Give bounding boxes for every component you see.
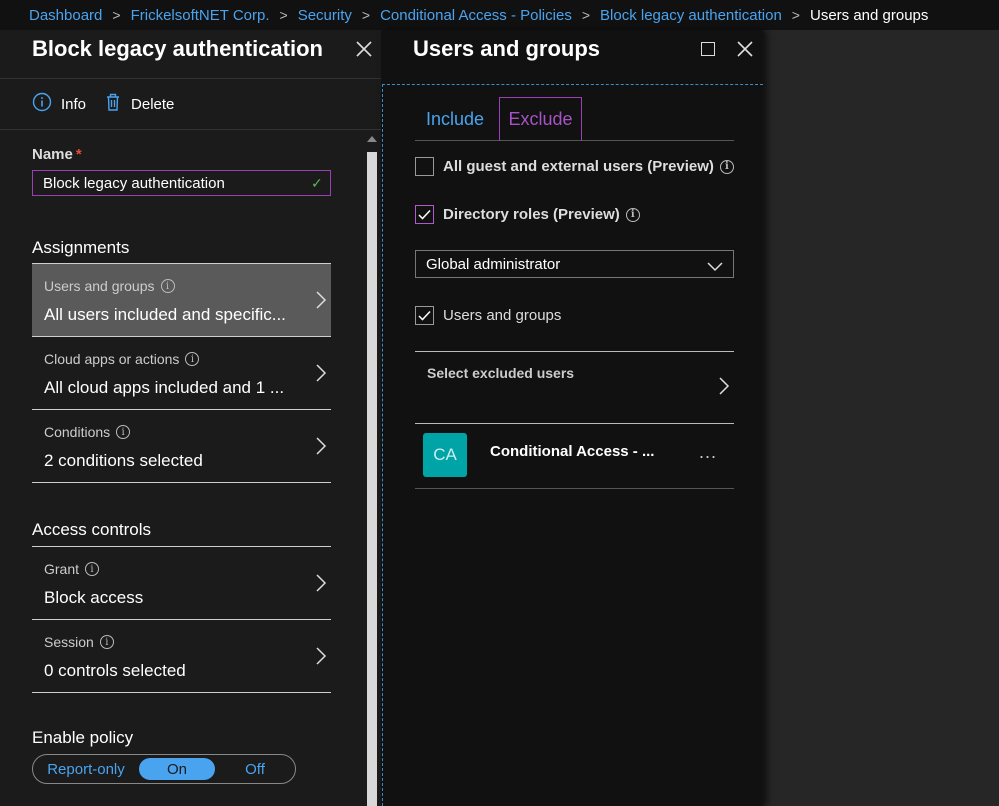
scrollbar-thumb[interactable] [367,152,377,806]
policy-name-input[interactable] [32,170,331,196]
tab-exclude[interactable]: Exclude [499,97,582,141]
chevron-right-icon [315,436,327,461]
info-icon[interactable]: i [719,159,734,174]
assignments-heading: Assignments [32,238,130,257]
checkbox-label: Directory roles (Preview) [443,206,620,223]
breadcrumb-separator: > [581,7,591,23]
info-icon [32,92,61,116]
close-icon[interactable] [355,40,373,58]
chevron-right-icon [315,290,327,315]
row-label: Grant i [44,561,100,577]
breadcrumb: Dashboard > FrickelsoftNET Corp. > Secur… [0,0,999,30]
enable-policy-heading: Enable policy [32,728,134,747]
breadcrumb-separator: > [279,7,288,23]
breadcrumb-separator: > [791,7,800,23]
enable-policy-toggle: Report-only On Off [32,754,296,784]
row-label: Cloud apps or actions i [44,351,200,367]
users-and-groups-checkbox-row[interactable]: Users and groups [415,306,561,325]
grant-row[interactable]: Grant i Block access [32,547,331,620]
required-marker: * [75,146,82,163]
row-value: All cloud apps included and 1 ... [44,378,285,397]
info-button[interactable]: Info [32,92,86,116]
delete-label: Delete [131,95,175,113]
info-icon[interactable]: i [625,207,640,222]
select-excluded-users-row[interactable]: Select excluded users [415,351,734,424]
info-icon[interactable]: i [99,635,114,649]
chevron-right-icon [718,376,730,401]
conditions-row[interactable]: Conditions i 2 conditions selected [32,410,331,483]
info-icon[interactable]: i [85,562,100,576]
blade-title: Users and groups [413,36,601,61]
row-value: All users included and specific... [44,305,286,324]
cloud-apps-row[interactable]: Cloud apps or actions i All cloud apps in… [32,337,331,410]
info-icon[interactable]: i [160,279,175,293]
policy-blade: Block legacy authentication Info Delete … [0,30,381,806]
chevron-right-icon [315,573,327,598]
breadcrumb-current: Users and groups [809,6,929,24]
name-label: Name * [32,146,82,163]
breadcrumb-security[interactable]: Security [298,7,352,24]
breadcrumb-separator: > [361,7,371,23]
more-icon[interactable]: ... [699,442,717,463]
guest-users-checkbox-row[interactable]: All guest and external users (Preview) i [415,157,734,176]
tab-bar: Include Exclude [415,97,734,141]
users-and-groups-blade: Users and groups Include Exclude All gue… [381,30,763,806]
checkbox[interactable] [415,157,434,176]
checkmark-icon [418,310,431,321]
scrollbar[interactable] [363,130,381,806]
chevron-down-icon [707,259,723,276]
close-icon[interactable] [736,40,754,58]
blade-content: Include Exclude All guest and external u… [382,84,763,806]
row-label: Users and groups i [44,278,175,294]
breadcrumb-policy[interactable]: Block legacy authentication [600,7,782,24]
row-value: 2 conditions selected [44,451,203,470]
checkbox-label: All guest and external users (Preview) [443,158,714,175]
toggle-on[interactable]: On [139,758,215,780]
item-name: Conditional Access - ... [490,443,655,460]
directory-roles-checkbox-row[interactable]: Directory roles (Preview) i [415,205,640,224]
breadcrumb-dashboard[interactable]: Dashboard [29,7,102,24]
delete-button[interactable]: Delete [104,92,174,116]
chevron-right-icon [315,363,327,388]
chevron-right-icon [315,646,327,671]
users-and-groups-row[interactable]: Users and groups i All users included and… [32,264,331,337]
row-label: Session i [44,634,114,650]
row-value: 0 controls selected [44,661,186,680]
checkbox[interactable] [415,205,434,224]
session-row[interactable]: Session i 0 controls selected [32,620,331,693]
blade-content: Name* ✓ Assignments Users and groupsi Al… [0,130,363,806]
row-value: Block access [44,588,144,607]
breadcrumb-separator: > [112,7,121,23]
tab-include[interactable]: Include [415,97,495,141]
info-icon[interactable]: i [116,425,131,439]
breadcrumb-policies[interactable]: Conditional Access - Policies [380,7,572,24]
avatar: CA [423,433,467,477]
dropdown-value: Global administrator [426,255,561,273]
access-controls-heading: Access controls [32,520,152,539]
scroll-up-icon[interactable] [367,136,377,142]
trash-icon [104,92,131,116]
toggle-off[interactable]: Off [215,758,295,780]
breadcrumb-tenant[interactable]: FrickelsoftNET Corp. [131,7,270,24]
checkmark-icon [418,209,431,220]
checkmark-icon: ✓ [311,175,323,191]
row-label: Select excluded users [427,365,575,381]
row-label: Conditions i [44,424,131,440]
list-item[interactable]: CA Conditional Access - ... ... [415,424,734,489]
info-icon[interactable]: i [185,352,200,366]
maximize-icon[interactable] [701,42,715,56]
toggle-report-only[interactable]: Report-only [33,758,139,780]
blade-title: Block legacy authentication [32,36,323,61]
checkbox-label: Users and groups [443,307,562,324]
directory-roles-dropdown[interactable]: Global administrator [415,250,734,278]
checkbox[interactable] [415,306,434,325]
command-bar: Info Delete [0,78,381,130]
info-label: Info [61,95,87,113]
